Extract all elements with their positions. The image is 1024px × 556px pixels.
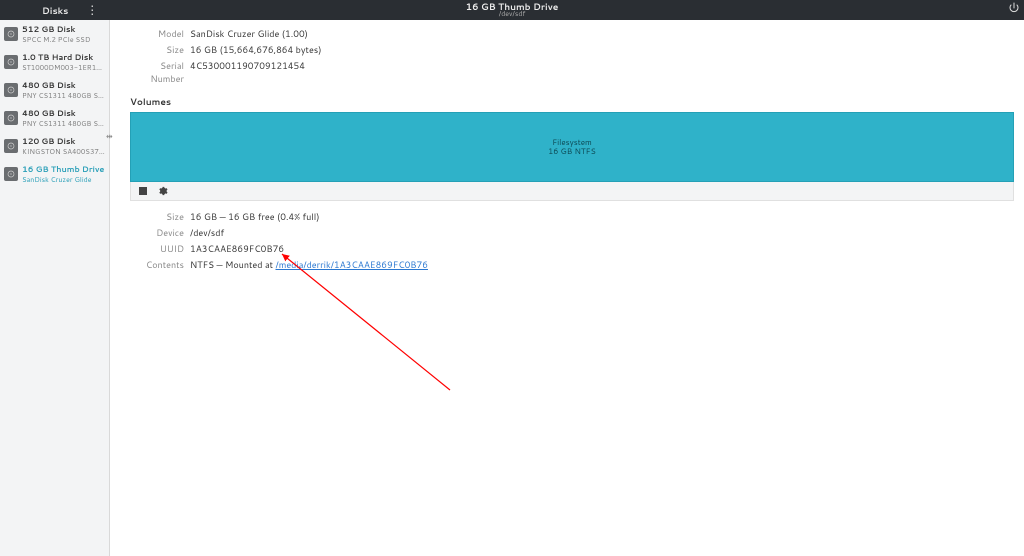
disk-name: 1.0 TB Hard Disk (22, 51, 105, 63)
disk-name: 16 GB Thumb Drive (22, 163, 104, 175)
model-value: SanDisk Cruzer Glide (1.00) (190, 27, 308, 40)
vol-size-label: Size (130, 210, 190, 223)
volume-partition[interactable]: Filesystem 16 GB NTFS (130, 112, 1014, 182)
window-title: 16 GB Thumb Drive /dev/sdf (466, 2, 559, 18)
drive-icon (4, 83, 18, 97)
serial-label: Serial Number (130, 59, 190, 85)
mount-point-link[interactable]: /media/derrik/1A3CAAE869FC0B76 (276, 258, 428, 271)
disk-list: 512 GB DiskSPCC M.2 PCIe SSD1.0 TB Hard … (0, 20, 110, 556)
header-bar: Disks 16 GB Thumb Drive /dev/sdf (0, 0, 1024, 20)
disk-name: 120 GB Disk (22, 135, 105, 147)
disk-list-item[interactable]: 120 GB DiskKINGSTON SA400S37120G (0, 132, 109, 160)
disk-list-item[interactable]: 16 GB Thumb DriveSanDisk Cruzer Glide (0, 160, 109, 188)
disk-name: 480 GB Disk (22, 79, 105, 91)
drive-icon (4, 139, 18, 153)
vol-contents-value: NTFS — Mounted at /media/derrik/1A3CAAE8… (190, 258, 428, 271)
vol-uuid-value: 1A3CAAE869FC0B76 (190, 242, 284, 255)
disk-list-item[interactable]: 480 GB DiskPNY CS1311 480GB SSD (0, 76, 109, 104)
vol-size-value: 16 GB — 16 GB free (0.4% full) (190, 210, 320, 223)
vol-uuid-label: UUID (130, 242, 190, 255)
model-label: Model (130, 27, 190, 40)
app-title: Disks (42, 4, 68, 17)
size-value: 16 GB (15,664,676,864 bytes) (190, 43, 322, 56)
disk-name: 512 GB Disk (22, 23, 90, 35)
volumes-heading: Volumes (130, 95, 1014, 108)
drive-icon (4, 27, 18, 41)
disk-model: PNY CS1311 480GB SSD (22, 119, 105, 129)
drive-icon (4, 55, 18, 69)
disk-name: 480 GB Disk (22, 107, 105, 119)
partition-sub: 16 GB NTFS (548, 147, 596, 156)
disk-detail-pane: Model SanDisk Cruzer Glide (1.00) Size 1… (110, 20, 1024, 556)
hamburger-menu-icon[interactable] (86, 4, 94, 16)
drive-icon (4, 167, 18, 181)
disk-model: PNY CS1311 480GB SSD (22, 91, 105, 101)
disk-model: SPCC M.2 PCIe SSD (22, 35, 90, 45)
size-label: Size (130, 43, 190, 56)
disk-list-item[interactable]: 512 GB DiskSPCC M.2 PCIe SSD (0, 20, 109, 48)
disk-list-item[interactable]: 1.0 TB Hard DiskST1000DM003-1ER162 (0, 48, 109, 76)
serial-value: 4C530001190709121454 (190, 59, 305, 85)
drive-icon (4, 111, 18, 125)
vol-device-label: Device (130, 226, 190, 239)
disk-model: SanDisk Cruzer Glide (22, 175, 104, 185)
power-icon[interactable] (1008, 2, 1020, 18)
unmount-button[interactable] (137, 185, 149, 197)
disk-model: ST1000DM003-1ER162 (22, 63, 105, 73)
vol-device-value: /dev/sdf (190, 226, 224, 239)
volume-toolbar (130, 182, 1014, 201)
volume-settings-button[interactable] (157, 185, 169, 197)
disk-model: KINGSTON SA400S37120G (22, 147, 105, 157)
contents-prefix: NTFS — Mounted at (190, 258, 276, 271)
disk-list-item[interactable]: 480 GB DiskPNY CS1311 480GB SSD (0, 104, 109, 132)
vol-contents-label: Contents (130, 258, 190, 271)
